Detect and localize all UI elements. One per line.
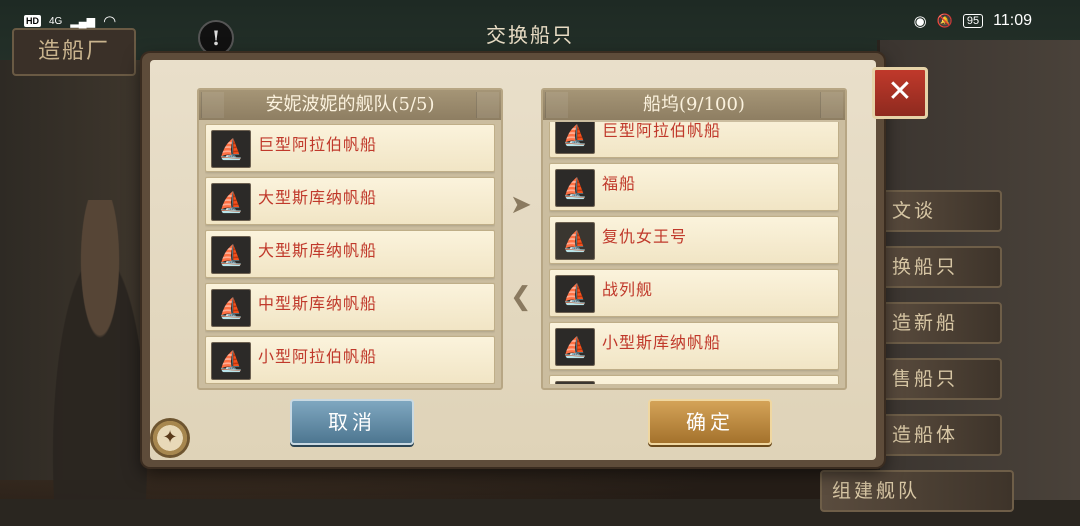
fleet-list[interactable]: ⛵ 巨型阿拉伯帆船 ⛵ 大型斯库纳帆船 ⛵ 大型斯库纳帆船 ⛵ 中型斯库纳帆船 … — [205, 124, 495, 384]
ship-name: 战列舰 — [602, 280, 654, 299]
ship-name: 小型阿拉伯帆船 — [258, 347, 378, 366]
clock: 11:09 — [993, 12, 1032, 29]
hd-badge: HD — [24, 15, 41, 27]
network-type: 4G — [49, 15, 63, 27]
wifi-icon: ◠ — [103, 13, 117, 30]
eye-icon: ◉ — [913, 13, 927, 30]
ship-icon: ⛵ — [211, 342, 251, 380]
fleet-panel: 安妮波妮的舰队(5/5) ⛵ 巨型阿拉伯帆船 ⛵ 大型斯库纳帆船 ⛵ 大型斯库纳… — [197, 88, 503, 390]
ship-name: 大型斯库纳帆船 — [258, 241, 378, 260]
compass-icon[interactable]: ✦ — [150, 418, 190, 458]
fleet-ship-item[interactable]: ⛵ 小型阿拉伯帆船 — [205, 336, 495, 384]
header-corner-ornament — [820, 92, 843, 118]
ship-icon: ⛵ — [211, 289, 251, 327]
side-menu-build-ship[interactable]: 造新船 — [880, 302, 1002, 344]
side-menu-sell-ships[interactable]: 售船只 — [880, 358, 1002, 400]
side-menu-swap-ships[interactable]: 换船只 — [880, 246, 1002, 288]
dock-list[interactable]: ⛵ 巨型阿拉伯帆船 ⛵ 福船 ⛵ 复仇女王号 ⛵ 战列舰 ⛵ 小型斯库纳帆船 ⛵ — [549, 122, 839, 384]
ship-icon: ⛵ — [211, 183, 251, 221]
side-menu: 文谈 换船只 造新船 售船只 造船体 组建舰队 — [820, 190, 1014, 526]
ship-icon: ⛵ — [211, 130, 251, 168]
dock-ship-item[interactable]: ⛵ 复仇女王号 — [549, 216, 839, 264]
dock-ship-item[interactable]: ⛵ 小型斯库纳帆船 — [549, 322, 839, 370]
ship-name: 巨型阿拉伯帆船 — [602, 122, 722, 140]
ship-icon: ⛵ — [555, 222, 595, 260]
confirm-button[interactable]: 确定 — [648, 399, 772, 445]
fleet-panel-header: 安妮波妮的舰队(5/5) — [199, 90, 501, 120]
fleet-panel-title: 安妮波妮的舰队(5/5) — [265, 94, 435, 115]
ship-name: 巨型阿拉伯帆船 — [258, 135, 378, 154]
dock-panel-header: 船坞(9/100) — [543, 90, 845, 120]
ship-icon: ⛵ — [555, 169, 595, 207]
move-to-fleet-arrow-icon[interactable]: ❮ — [510, 282, 532, 312]
side-menu-form-fleet[interactable]: 组建舰队 — [820, 470, 1014, 512]
cancel-button[interactable]: 取消 — [290, 399, 414, 445]
battery-indicator: 95 — [962, 14, 984, 28]
close-button[interactable]: ✕ — [872, 67, 928, 119]
dialog-title: 交换船只 — [486, 23, 574, 47]
fleet-ship-item[interactable]: ⛵ 中型斯库纳帆船 — [205, 283, 495, 331]
fleet-ship-item[interactable]: ⛵ 大型斯库纳帆船 — [205, 230, 495, 278]
bell-off-icon: 🔕 — [936, 13, 953, 28]
side-menu-build-hull[interactable]: 造船体 — [880, 414, 1002, 456]
ship-name: 小型斯库纳帆船 — [602, 333, 722, 352]
ship-icon: ⛵ — [555, 122, 595, 154]
dock-panel-title: 船坞(9/100) — [643, 94, 745, 115]
dock-ship-item[interactable]: ⛵ 战列舰 — [549, 269, 839, 317]
header-corner-ornament — [201, 92, 224, 118]
dock-ship-item[interactable]: ⛵ — [549, 375, 839, 384]
ship-name: 中型斯库纳帆船 — [258, 294, 378, 313]
fleet-ship-item[interactable]: ⛵ 大型斯库纳帆船 — [205, 177, 495, 225]
move-to-dock-arrow-icon[interactable]: ➤ — [510, 190, 532, 220]
ship-icon: ⛵ — [555, 275, 595, 313]
ship-icon: ⛵ — [555, 381, 595, 384]
side-menu-talk[interactable]: 文谈 — [880, 190, 1002, 232]
header-corner-ornament — [476, 92, 499, 118]
ship-icon: ⛵ — [211, 236, 251, 274]
ship-icon: ⛵ — [555, 328, 595, 366]
dock-ship-item[interactable]: ⛵ 福船 — [549, 163, 839, 211]
ship-name: 福船 — [602, 174, 637, 193]
fleet-ship-item[interactable]: ⛵ 巨型阿拉伯帆船 — [205, 124, 495, 172]
header-corner-ornament — [545, 92, 568, 118]
ship-name: 复仇女王号 — [602, 227, 688, 246]
dock-ship-item[interactable]: ⛵ 巨型阿拉伯帆船 — [549, 122, 839, 158]
ship-name: 大型斯库纳帆船 — [258, 188, 378, 207]
signal-icon: ▂▄▆ — [70, 15, 96, 28]
dock-panel: 船坞(9/100) ⛵ 巨型阿拉伯帆船 ⛵ 福船 ⛵ 复仇女王号 ⛵ 战列舰 ⛵… — [541, 88, 847, 390]
